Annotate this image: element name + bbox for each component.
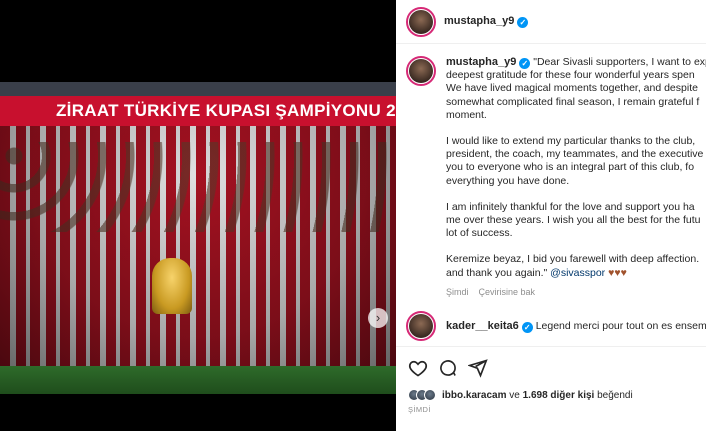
post-actions: ibbo.karacam ve 1.698 diğer kişi beğendi… — [396, 346, 706, 431]
action-icons — [408, 357, 706, 379]
caption-line: somewhat complicated final season, I rem… — [446, 95, 700, 108]
comment-item: kader__keita6 ✓ Legend merci pour tout on… — [396, 299, 706, 342]
avatar-image — [409, 314, 433, 339]
comments-list[interactable]: mustapha_y9 ✓ "Dear Sivasli supporters, I… — [396, 44, 706, 346]
paper-plane-icon[interactable] — [468, 358, 488, 378]
pitch-grass — [0, 366, 396, 394]
caption-line: Keremize beyaz, I bid you farewell with … — [446, 253, 700, 266]
caption-item: mustapha_y9 ✓ "Dear Sivasli supporters, I… — [396, 44, 706, 299]
post-timestamp: ŞİMDİ — [408, 405, 431, 414]
likes-connector: ve — [509, 389, 520, 401]
caption-body: mustapha_y9 ✓ "Dear Sivasli supporters, I… — [446, 56, 706, 299]
caption-line: me over these years. I wish you all the … — [446, 214, 701, 227]
caption-line: you to everyone who is an integral part … — [446, 161, 695, 174]
likes-count[interactable]: 1.698 diğer kişi — [523, 390, 595, 401]
verified-badge-icon: ✓ — [521, 321, 533, 333]
cup-banner: ZİRAAT TÜRKİYE KUPASI ŞAMPİYONU 2022 — [0, 96, 396, 126]
avatar-image — [409, 9, 433, 34]
trophy-icon — [152, 258, 192, 314]
caption-line: and thank you again." @sivasspor ♥♥♥ — [446, 267, 706, 280]
first-liker-name[interactable]: ibbo.karacam — [442, 390, 506, 401]
heart-emoji-icon: ♥♥♥ — [608, 266, 627, 279]
caption-line: everything you have done. — [446, 174, 570, 187]
caption-avatar[interactable] — [406, 56, 436, 86]
chevron-right-icon[interactable]: › — [368, 308, 388, 328]
post-photo[interactable]: ZİRAAT TÜRKİYE KUPASI ŞAMPİYONU 2022 › — [0, 82, 396, 394]
caption-username-text: mustapha_y9 — [446, 56, 517, 68]
caption-text: and thank you again." — [446, 266, 548, 279]
post-side-panel: mustapha_y9 ✓ mustapha_y9 ✓ "Dear Sivasli … — [396, 0, 706, 431]
caption-line: We have lived magical moments together, … — [446, 82, 698, 95]
post-header: mustapha_y9 ✓ — [396, 0, 706, 44]
caption-line: I would like to extend my particular tha… — [446, 135, 696, 148]
caption-meta: Şimdi Çevirisine bak — [446, 286, 706, 299]
caption-line: I am infinitely thankful for the love an… — [446, 200, 695, 213]
translate-link[interactable]: Çevirisine bak — [479, 287, 536, 297]
comment-text-line: kader__keita6 ✓ Legend merci pour tout on… — [446, 320, 706, 333]
likes-suffix: beğendi — [597, 389, 633, 401]
caption-line: lot of success. — [446, 227, 513, 240]
commenter-username[interactable]: kader__keita6 ✓ — [446, 319, 533, 333]
caption-line: mustapha_y9 ✓ "Dear Sivasli supporters, I… — [446, 56, 706, 69]
heart-outline-icon[interactable] — [408, 358, 428, 378]
author-username[interactable]: mustapha_y9 ✓ — [444, 15, 529, 28]
caption-line: deepest gratitude for these four wonderf… — [446, 69, 695, 82]
media-pane: ZİRAAT TÜRKİYE KUPASI ŞAMPİYONU 2022 › — [0, 0, 396, 431]
avatar-image — [409, 59, 433, 83]
comment-text: Legend merci pour tout on es ensem — [535, 319, 706, 332]
photo-shade — [0, 126, 396, 366]
liker-avatar — [424, 389, 436, 401]
caption-text: "Dear Sivasli supporters, I want to exp — [533, 56, 706, 68]
caption-line: president, the coach, my teammates, and … — [446, 148, 704, 161]
author-avatar[interactable] — [406, 6, 436, 37]
verified-badge-icon: ✓ — [519, 58, 531, 69]
commenter-avatar[interactable] — [406, 311, 436, 342]
mention-link[interactable]: @sivasspor — [550, 267, 605, 279]
author-username-text: mustapha_y9 — [444, 15, 515, 27]
stadium-board — [0, 82, 396, 96]
comment-icon[interactable] — [438, 358, 458, 378]
verified-badge-icon: ✓ — [517, 17, 529, 28]
likes-summary[interactable]: ibbo.karacam ve 1.698 diğer kişi beğendi — [408, 389, 706, 401]
caption-time[interactable]: Şimdi — [446, 287, 469, 297]
instagram-post-modal: ZİRAAT TÜRKİYE KUPASI ŞAMPİYONU 2022 › m… — [0, 0, 706, 431]
commenter-username-text: kader__keita6 — [446, 319, 519, 332]
caption-line: moment. — [446, 108, 487, 121]
caption-username[interactable]: mustapha_y9 ✓ — [446, 56, 531, 69]
liker-avatars — [408, 389, 436, 401]
